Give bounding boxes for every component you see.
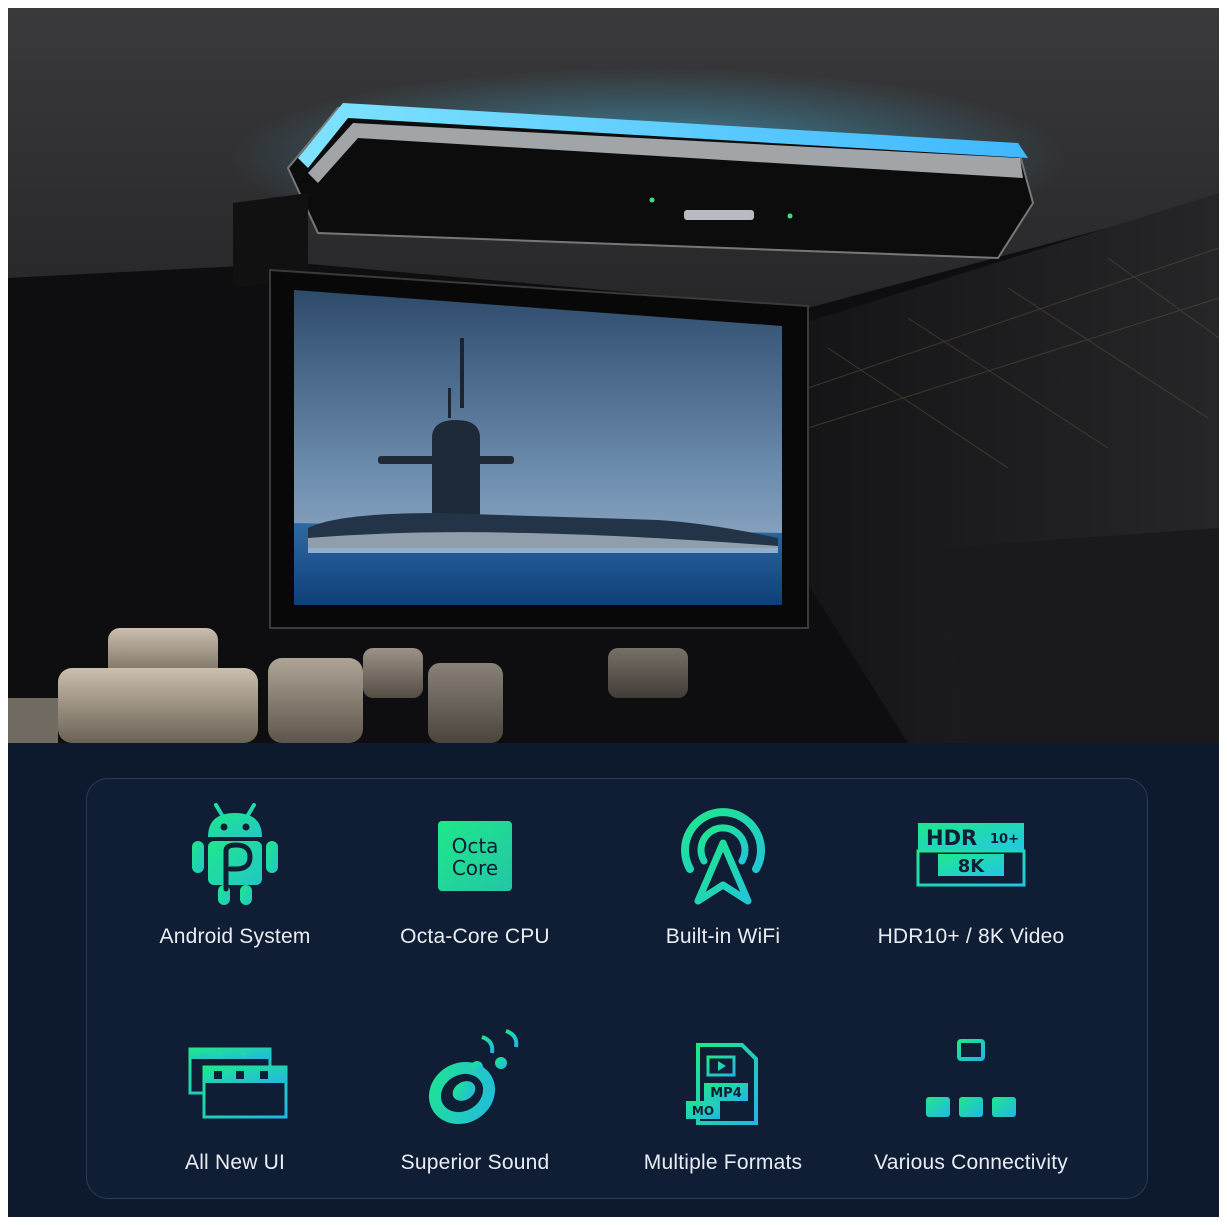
feature-label: Multiple Formats [643,1151,803,1174]
features-card: Android System Octa Core Octa-Core CPU B… [86,778,1148,1199]
feature-label: Various Connectivity [874,1151,1068,1174]
cpu-icon-text-2: Core [452,856,498,880]
cpu-chip-icon: Octa Core [428,811,522,901]
hdr-8k-icon: HDR 10+ 8K [916,823,1026,887]
wifi-antenna-icon [681,808,765,905]
feature-octa-core-cpu: Octa Core Octa-Core CPU [355,801,595,949]
feature-label: Octa-Core CPU [400,925,550,948]
product-banner: Android System Octa Core Octa-Core CPU B… [8,8,1219,1217]
feature-label: Superior Sound [400,1151,550,1174]
ui-screens-icon [188,1047,288,1119]
feature-all-new-ui: All New UI [115,1027,355,1175]
file-formats-icon: MP4 MO [686,1043,758,1125]
feature-label: Android System [159,925,311,948]
feature-label: Built-in WiFi [665,925,781,948]
hdr-icon-text: HDR [926,826,977,850]
feature-hdr-8k: HDR 10+ 8K HDR10+ / 8K Video [851,801,1091,949]
feature-built-in-wifi: Built-in WiFi [603,801,843,949]
mo-icon-text: MO [692,1104,714,1118]
feature-label: All New UI [184,1151,286,1174]
8k-icon-text: 8K [958,856,986,877]
feature-superior-sound: Superior Sound [355,1027,595,1175]
network-tree-icon [926,1039,1016,1117]
feature-various-connectivity: Various Connectivity [851,1027,1091,1175]
feature-multiple-formats: MP4 MO Multiple Formats [603,1027,843,1175]
android-p-icon [192,803,278,905]
mp4-icon-text: MP4 [710,1086,742,1101]
feature-label: HDR10+ / 8K Video [877,925,1065,948]
hdr-icon-plus-text: 10+ [990,832,1019,847]
speaker-music-icon [428,1029,519,1125]
hero-image [8,8,1219,743]
feature-android-system: Android System [115,801,355,949]
cpu-icon-text-1: Octa [452,834,499,858]
